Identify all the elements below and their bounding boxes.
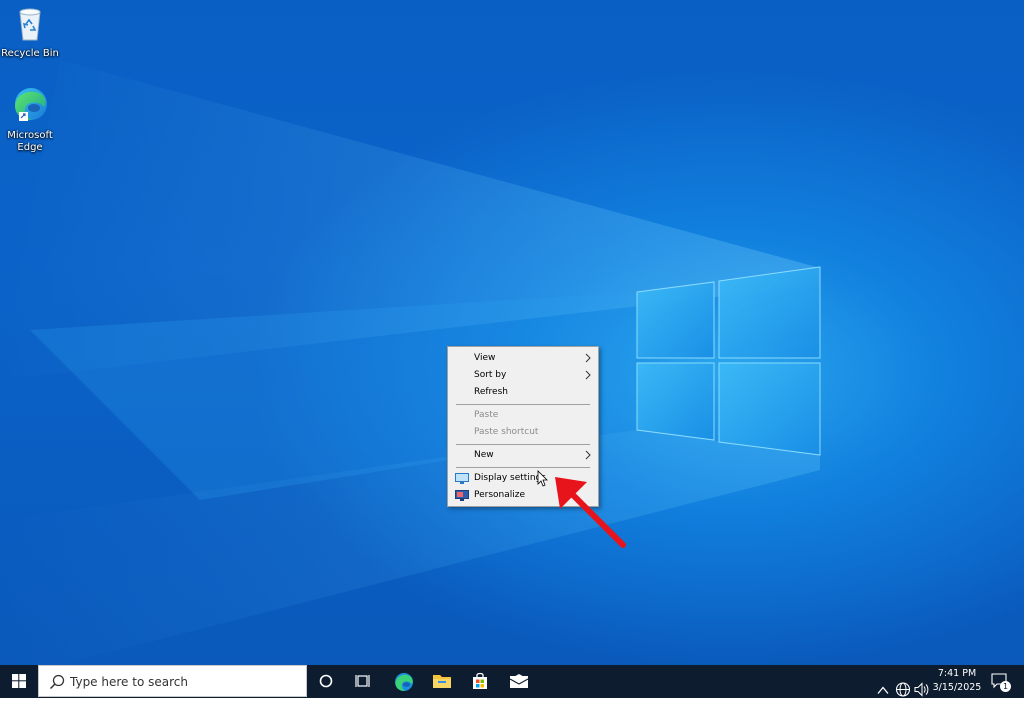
menu-item-label: Sort by [474, 370, 507, 380]
start-button[interactable] [0, 665, 38, 698]
menu-item-label: Personalize [474, 490, 526, 500]
file-explorer-icon [433, 675, 451, 688]
edge-icon [395, 673, 413, 691]
menu-item-paste-shortcut[interactable]: Paste shortcut [449, 424, 597, 441]
clock-time: 7:41 PM [937, 668, 977, 679]
wallpaper [0, 60, 821, 665]
cortana-icon [319, 674, 333, 688]
menu-item-new[interactable]: New [449, 447, 597, 464]
taskbar-edge-button[interactable] [384, 665, 422, 698]
taskbar-file-explorer-button[interactable] [422, 665, 460, 698]
show-hidden-icons-chevron-up-icon[interactable] [876, 674, 890, 707]
action-center-button[interactable]: 1 [986, 665, 1014, 698]
taskbar: Type here to search 7:41 PM 3/15/2025 1 [0, 665, 1024, 698]
menu-item-paste[interactable]: Paste [449, 407, 597, 424]
chevron-right-icon [585, 370, 591, 380]
notification-count-badge: 1 [1000, 681, 1011, 692]
desktop-icon-label: Recycle Bin [1, 48, 59, 59]
chevron-right-icon [585, 450, 591, 460]
taskbar-clock[interactable]: 7:41 PM 3/15/2025 [928, 667, 986, 695]
desktop-icon-recycle-bin[interactable]: Recycle Bin [0, 6, 63, 60]
menu-item-label: View [474, 353, 496, 363]
network-globe-icon[interactable] [895, 673, 911, 706]
clock-date: 3/15/2025 [932, 682, 982, 693]
menu-item-label: Display settings [474, 473, 546, 483]
menu-separator [456, 467, 590, 468]
taskbar-mail-button[interactable] [499, 665, 537, 698]
desktop-icon-edge[interactable]: Microsoft Edge [0, 86, 63, 154]
desktop[interactable]: Recycle Bin Microsoft Edge View Sort by … [0, 0, 1024, 665]
menu-item-sort-by[interactable]: Sort by [449, 367, 597, 384]
recycle-bin-icon [19, 8, 41, 41]
search-icon [49, 674, 65, 690]
volume-icon[interactable] [913, 673, 929, 706]
task-view-icon [355, 675, 370, 687]
taskbar-search-box[interactable]: Type here to search [38, 665, 307, 697]
mouse-pointer-icon [537, 470, 548, 487]
taskbar-store-button[interactable] [461, 665, 499, 698]
menu-item-label: Paste shortcut [474, 427, 539, 437]
store-icon [473, 672, 487, 689]
mail-icon [509, 674, 529, 688]
chevron-right-icon [585, 353, 591, 363]
menu-item-refresh[interactable]: Refresh [449, 384, 597, 401]
task-view-button[interactable] [345, 665, 383, 698]
desktop-icon-label: Microsoft Edge [7, 130, 53, 153]
edge-icon [15, 88, 47, 121]
annotation-arrow-icon [555, 477, 626, 548]
cortana-button[interactable] [307, 665, 345, 698]
menu-separator [456, 404, 590, 405]
menu-item-view[interactable]: View [449, 350, 597, 367]
menu-separator [456, 444, 590, 445]
menu-item-label: New [474, 450, 494, 460]
menu-item-label: Paste [474, 410, 499, 420]
personalize-icon [455, 490, 469, 501]
search-placeholder: Type here to search [70, 675, 188, 689]
menu-item-label: Refresh [474, 387, 508, 397]
windows-logo-icon [12, 674, 26, 688]
display-settings-icon [455, 473, 469, 484]
